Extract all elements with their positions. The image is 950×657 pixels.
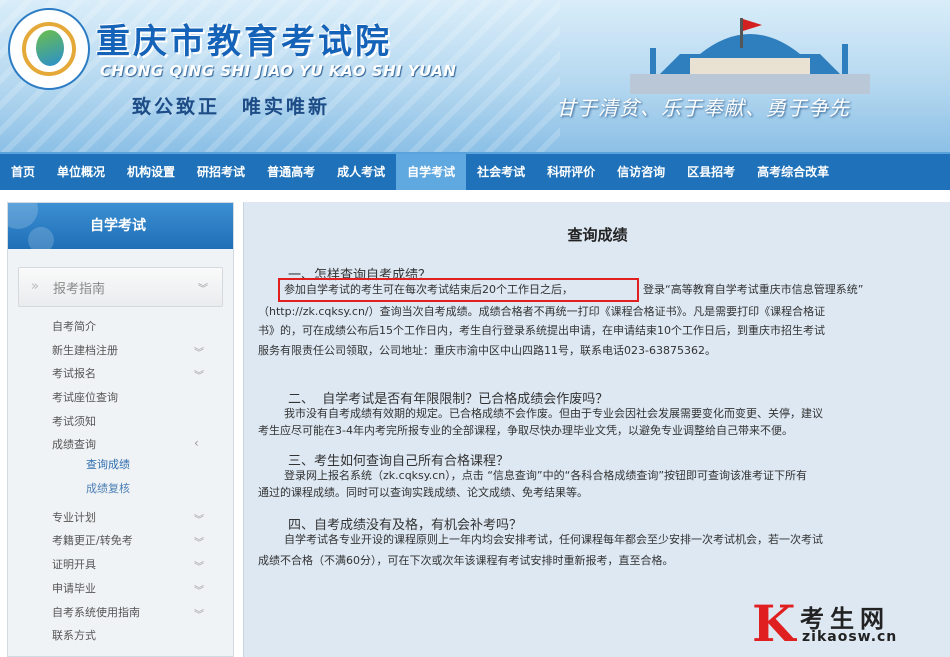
sidebar-subitem-chaxun-chengji[interactable]: 查询成绩 (86, 456, 130, 472)
nav-item-2[interactable]: 机构设置 (116, 154, 186, 190)
chevron-left-icon[interactable]: ‹ (194, 436, 199, 450)
exam-authority-logo[interactable] (8, 8, 90, 90)
answer-1-line-1: 登录“高等教育自学考试重庆市信息管理系统” (643, 283, 864, 296)
nav-item-7[interactable]: 社会考试 (466, 154, 536, 190)
watermark-logo-letter: K (752, 594, 796, 653)
chevron-down-icon[interactable]: ︾ (194, 606, 204, 621)
site-pinyin: CHONG QING SHI JIAO YU KAO SHI YUAN (100, 62, 457, 80)
nav-item-11[interactable]: 高考综合改革 (746, 154, 840, 190)
sidebar-item-zikao-jianjie[interactable]: 自考简介 (52, 318, 96, 334)
great-hall-building-illustration (630, 18, 870, 94)
nav-item-8[interactable]: 科研评价 (536, 154, 606, 190)
watermark-url: zikaosw.cn (802, 629, 898, 645)
nav-item-10[interactable]: 区县招考 (676, 154, 746, 190)
nav-item-1[interactable]: 单位概况 (46, 154, 116, 190)
answer-1-line-2: （http://zk.cqksy.cn/）查询当次自考成绩。成绩合格者不再统一打… (258, 305, 826, 318)
answer-2-line-2: 考生应尽可能在3-4年内考完所报专业的全部课程，争取尽快办理毕业文凭，以避免专业… (258, 424, 793, 437)
sidebar-item-zuowei-chaxun[interactable]: 考试座位查询 (52, 389, 118, 405)
nav-item-3[interactable]: 研招考试 (186, 154, 256, 190)
sidebar-subitem-chengji-fuhe[interactable]: 成绩复核 (86, 480, 130, 496)
nav-item-0[interactable]: 首页 (0, 154, 46, 190)
chevron-down-icon[interactable]: ︾ (194, 344, 204, 359)
answer-4-line-2: 成绩不合格（不满60分），可在下次或次年该课程有考试安排时重新报考，直至合格。 (258, 554, 674, 567)
nav-item-4[interactable]: 普通高考 (256, 154, 326, 190)
sidebar-item-zhuanye-jihua[interactable]: 专业计划 (52, 509, 96, 525)
sidebar-item-kaoshi-xuzhi[interactable]: 考试须知 (52, 413, 96, 429)
answer-4-line-1: 自学考试各专业开设的课程原则上一年内均会安排考试，任何课程每年都会至少安排一次考… (284, 533, 823, 546)
chevron-down-icon[interactable]: ︾ (194, 558, 204, 573)
answer-3-line-2: 通过的课程成绩。同时可以查询实践成绩、论文成绩、免考结果等。 (258, 486, 588, 499)
sidebar-header-title: 自学考试 (90, 218, 146, 234)
sidebar-header: 自学考试 (8, 203, 233, 249)
section-baokao-zhinan[interactable]: » 报考指南 ︾ (18, 267, 223, 307)
section-title: 报考指南 (53, 282, 106, 297)
sidebar-item-shenqing-biye[interactable]: 申请毕业 (52, 580, 96, 596)
double-arrow-icon: » (31, 279, 39, 294)
chevron-down-icon[interactable]: ︾ (194, 534, 204, 549)
motto-left: 致公致正 唯实唯新 (132, 96, 331, 118)
sidebar: 自学考试 » 报考指南 ︾ 自考简介 新生建档注册 ︾ 考试报名 ︾ 考试座位查… (7, 202, 234, 657)
answer-1-line-3: 书》的，可在成绩公布后15个工作日内，考生自行登录系统提出申请，在申请结束10个… (258, 324, 825, 337)
kaoshengwang-watermark: K 考生网 zikaosw.cn (752, 597, 940, 651)
site-header: 重庆市教育考试院 CHONG QING SHI JIAO YU KAO SHI … (0, 0, 950, 152)
article-content: 查询成绩 一、怎样查询自考成绩？ 参加自学考试的考生可在每次考试结束后20个工作… (243, 202, 950, 657)
nav-item-5[interactable]: 成人考试 (326, 154, 396, 190)
sidebar-item-kaoshi-baoming[interactable]: 考试报名 (52, 365, 96, 381)
site-title: 重庆市教育考试院 (96, 22, 392, 62)
answer-1-line-4: 服务有限责任公司领取，公司地址：重庆市渝中区中山四路11号，联系电话023-63… (258, 344, 716, 357)
main-navigation: 首页 单位概况 机构设置 研招考试 普通高考 成人考试 自学考试 社会考试 科研评价 信访咨询 区县… (0, 152, 950, 190)
sidebar-item-zhengming-kaiju[interactable]: 证明开具 (52, 556, 96, 572)
nav-item-9[interactable]: 信访咨询 (606, 154, 676, 190)
sidebar-item-lianxi-fangshi[interactable]: 联系方式 (52, 627, 96, 643)
chevron-down-icon[interactable]: ︾ (194, 367, 204, 382)
sidebar-item-xitong-zhinan[interactable]: 自考系统使用指南 (52, 604, 140, 620)
chevron-down-icon: ︾ (198, 284, 208, 295)
chevron-down-icon[interactable]: ︾ (194, 511, 204, 526)
motto-right: 甘于清贫、乐于奉献、勇于争先 (556, 96, 850, 120)
nav-item-6[interactable]: 自学考试 (396, 154, 467, 190)
answer-1-highlight-text: 参加自学考试的考生可在每次考试结束后20个工作日之后， (284, 283, 573, 296)
page-title: 查询成绩 (567, 226, 628, 244)
sidebar-item-chengji-chaxun[interactable]: 成绩查询 (52, 436, 96, 452)
chevron-down-icon[interactable]: ︾ (194, 582, 204, 597)
sidebar-item-xinsheng-jiandang[interactable]: 新生建档注册 (52, 342, 118, 358)
sidebar-item-kaoji-gengzheng[interactable]: 考籍更正/转免考 (52, 532, 133, 548)
